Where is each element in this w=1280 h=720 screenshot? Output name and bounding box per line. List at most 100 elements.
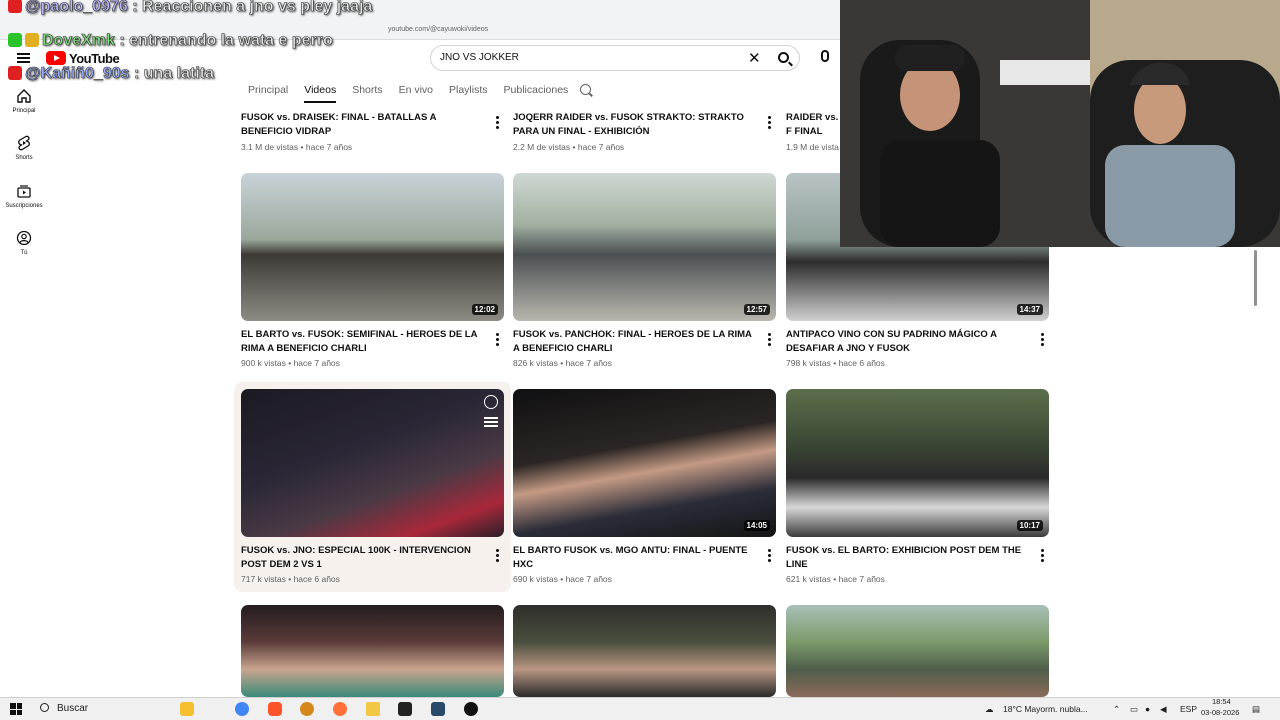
watch-later-icon[interactable] — [484, 395, 498, 409]
youtube-logo-text: YouTube — [69, 50, 120, 66]
you-icon — [16, 230, 32, 246]
address-bar[interactable]: youtube.com/@cayuwoki/videos — [372, 23, 672, 37]
search-icon — [40, 703, 49, 712]
video-thumbnail[interactable]: 12:57 — [513, 173, 776, 321]
youtube-badge-icon — [8, 66, 22, 80]
add-to-queue-icon[interactable] — [484, 417, 498, 427]
chat-message: @Kañiñ0_90s : una latita — [8, 65, 214, 83]
video-duration: 14:05 — [743, 520, 770, 531]
video-thumbnail[interactable]: 12:02 — [241, 173, 504, 321]
volume-icon[interactable]: ◀ — [1160, 702, 1167, 716]
video-duration: 14:37 — [1016, 304, 1043, 315]
more-options-icon[interactable] — [1041, 549, 1045, 564]
video-meta: 900 k vistas • hace 7 años — [241, 358, 340, 368]
sidebar-item-shorts[interactable]: Shorts — [0, 135, 48, 161]
tab-playlists[interactable]: Playlists — [449, 83, 488, 103]
sidebar-item-principal[interactable]: Principal — [0, 88, 48, 114]
video-thumbnail[interactable] — [241, 389, 504, 537]
microphone-tray-icon[interactable]: ● — [1145, 702, 1150, 716]
sidebar-item-subscriptions[interactable]: Suscripciones — [0, 183, 48, 209]
video-thumbnail[interactable]: 10:17 — [786, 389, 1049, 537]
file-explorer-icon[interactable] — [366, 702, 380, 716]
copilot-icon[interactable] — [180, 702, 194, 716]
video-meta: 3.1 M de vistas • hace 7 años — [241, 142, 353, 152]
search-box[interactable]: JNO VS JOKKER ✕ — [430, 45, 800, 71]
firefox-icon[interactable] — [333, 702, 347, 716]
video-thumbnail[interactable] — [241, 605, 504, 697]
weather-text[interactable]: 18°C Mayorm. nubla... — [1003, 702, 1088, 716]
sidebar-item-label: Suscripciones — [5, 203, 43, 209]
video-title[interactable]: RAIDER vs. F FINAL — [786, 111, 846, 139]
video-title[interactable]: ANTIPACO VINO CON SU PADRINO MÁGICO A DE… — [786, 328, 1026, 356]
taskbar: Buscar ☁ 18°C Mayorm. nubla... ⌃ ▭ ● ◀ E… — [0, 697, 1280, 720]
video-thumbnail[interactable]: 14:05 — [513, 389, 776, 537]
chrome-icon[interactable] — [235, 702, 249, 716]
clock-date[interactable]: 03-08-2026 — [1201, 706, 1239, 720]
tray-expand-icon[interactable]: ⌃ — [1113, 702, 1120, 716]
search-icon[interactable] — [778, 52, 789, 63]
obs-icon[interactable] — [464, 702, 478, 716]
more-options-icon[interactable] — [768, 549, 772, 564]
microphone-icon[interactable] — [821, 50, 829, 62]
video-title[interactable]: FUSOK vs. PANCHOK: FINAL - HEROES DE LA … — [513, 328, 753, 356]
more-options-icon[interactable] — [496, 549, 500, 564]
video-meta: 2.2 M de vistas • hace 7 años — [513, 142, 625, 152]
video-meta: 717 k vistas • hace 6 años — [241, 574, 340, 584]
youtube-logo[interactable]: YouTube — [46, 50, 120, 66]
chat-message: DoveXmk : entrenando la wata e perro — [8, 32, 333, 50]
chat-text: una latita — [143, 65, 214, 83]
more-options-icon[interactable] — [768, 116, 772, 131]
youtube-play-icon — [46, 51, 66, 65]
app-icon[interactable] — [431, 702, 445, 716]
sidebar-item-label: Shorts — [15, 155, 33, 161]
sidebar-item-label: Principal — [12, 108, 36, 114]
tab-publicaciones[interactable]: Publicaciones — [504, 83, 569, 103]
more-options-icon[interactable] — [496, 333, 500, 348]
channel-search-icon[interactable] — [580, 84, 591, 95]
subscriptions-icon — [17, 185, 31, 198]
network-icon[interactable]: ▭ — [1130, 702, 1138, 716]
tab-principal[interactable]: Principal — [248, 83, 288, 103]
video-title[interactable]: EL BARTO FUSOK vs. MGO ANTU: FINAL - PUE… — [513, 544, 753, 572]
tab-en-vivo[interactable]: En vivo — [399, 83, 433, 103]
sidebar-item-label: Tú — [20, 250, 28, 256]
more-options-icon[interactable] — [768, 333, 772, 348]
video-meta: 826 k vistas • hace 7 años — [513, 358, 612, 368]
capcut-icon[interactable] — [398, 702, 412, 716]
video-title[interactable]: JOQERR RAIDER vs. FUSOK STRAKTO: STRAKTO… — [513, 111, 753, 139]
webcam-overlay — [840, 0, 1280, 247]
tab-shorts[interactable]: Shorts — [352, 83, 382, 103]
more-options-icon[interactable] — [496, 116, 500, 131]
video-title[interactable]: FUSOK vs. EL BARTO: EXHIBICION POST DEM … — [786, 544, 1026, 572]
page-scrollbar[interactable] — [1254, 250, 1257, 306]
video-title[interactable]: FUSOK vs. JNO: ESPECIAL 100K - INTERVENC… — [241, 544, 481, 572]
brave-icon[interactable] — [268, 702, 282, 716]
video-duration: 12:02 — [471, 304, 498, 315]
video-duration: 12:57 — [743, 304, 770, 315]
chat-message: @paolo_0976 : Reaccionen a jno vs pley j… — [8, 0, 373, 16]
kick-badge-icon — [8, 33, 22, 47]
video-meta: 690 k vistas • hace 7 años — [513, 574, 612, 584]
language-indicator[interactable]: ESP — [1180, 702, 1197, 716]
sidebar-item-you[interactable]: Tú — [0, 230, 48, 256]
tab-videos[interactable]: Videos — [304, 83, 337, 103]
notifications-icon[interactable]: ▤ — [1252, 702, 1260, 716]
video-title[interactable]: EL BARTO vs. FUSOK: SEMIFINAL - HEROES D… — [241, 328, 481, 356]
menu-icon[interactable] — [17, 53, 30, 63]
app-icon[interactable] — [300, 702, 314, 716]
video-title[interactable]: FUSOK vs. DRAISEK: FINAL - BATALLAS A BE… — [241, 111, 481, 139]
clear-search-icon[interactable]: ✕ — [748, 49, 761, 67]
windows-start-icon[interactable] — [10, 703, 22, 715]
chat-text: Reaccionen a jno vs pley jaaja — [141, 0, 373, 15]
video-thumbnail[interactable] — [513, 605, 776, 697]
youtube-badge-icon — [8, 0, 22, 13]
more-options-icon[interactable] — [1041, 333, 1045, 348]
weather-icon[interactable]: ☁ — [985, 702, 994, 716]
home-icon — [17, 89, 31, 103]
search-input[interactable]: JNO VS JOKKER — [440, 52, 519, 63]
taskbar-search[interactable]: Buscar — [40, 701, 88, 717]
video-meta: 621 k vistas • hace 7 años — [786, 574, 885, 584]
chat-user: DoveXmk — [42, 32, 116, 50]
video-thumbnail[interactable] — [786, 605, 1049, 697]
shorts-icon — [18, 135, 30, 151]
